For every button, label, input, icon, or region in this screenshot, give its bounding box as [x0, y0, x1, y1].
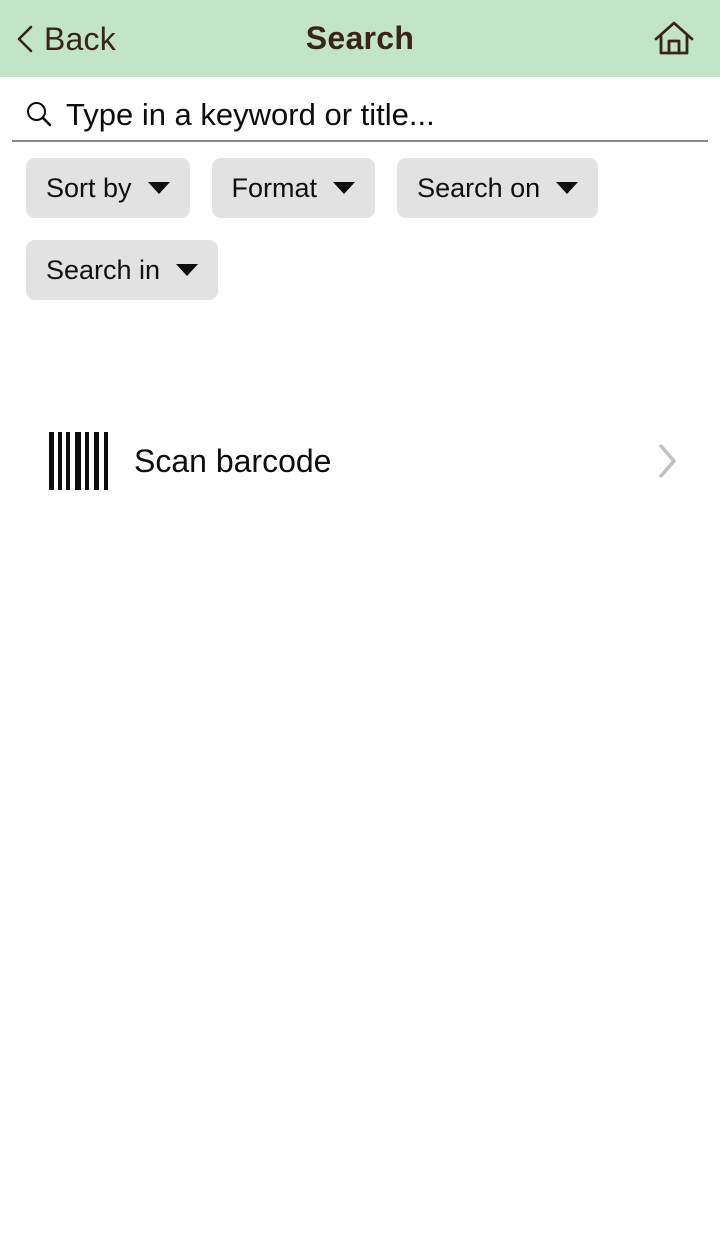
chevron-down-icon: [176, 264, 199, 276]
page-title: Search: [0, 0, 720, 77]
scan-barcode-row[interactable]: Scan barcode: [0, 418, 720, 504]
filter-chip-format[interactable]: Format: [211, 158, 376, 218]
app-header: Back Search: [0, 0, 720, 77]
search-input[interactable]: Type in a keyword or title...: [12, 88, 708, 142]
scan-barcode-label: Scan barcode: [134, 443, 332, 479]
filter-chip-search-in[interactable]: Search in: [26, 240, 219, 300]
home-icon: [654, 21, 694, 54]
chevron-right-icon: [659, 444, 676, 478]
filter-chip-label: Search in: [46, 254, 161, 285]
page-title-text: Search: [305, 20, 415, 56]
filter-chip-search-on[interactable]: Search on: [397, 158, 599, 218]
chevron-down-icon: [333, 182, 356, 194]
chevron-down-icon: [556, 182, 579, 194]
filter-chip-label: Search on: [417, 172, 541, 203]
filter-chip-group: Sort by Format Search on Search in: [26, 158, 686, 300]
search-icon: [27, 102, 52, 127]
home-button[interactable]: [646, 0, 702, 77]
chevron-down-icon: [147, 182, 170, 194]
filter-chip-label: Format: [231, 172, 318, 203]
filter-chip-label: Sort by: [46, 172, 132, 203]
barcode-icon: [49, 432, 108, 490]
filter-chip-sort-by[interactable]: Sort by: [26, 158, 190, 218]
search-placeholder-text: Type in a keyword or title...: [66, 96, 435, 132]
